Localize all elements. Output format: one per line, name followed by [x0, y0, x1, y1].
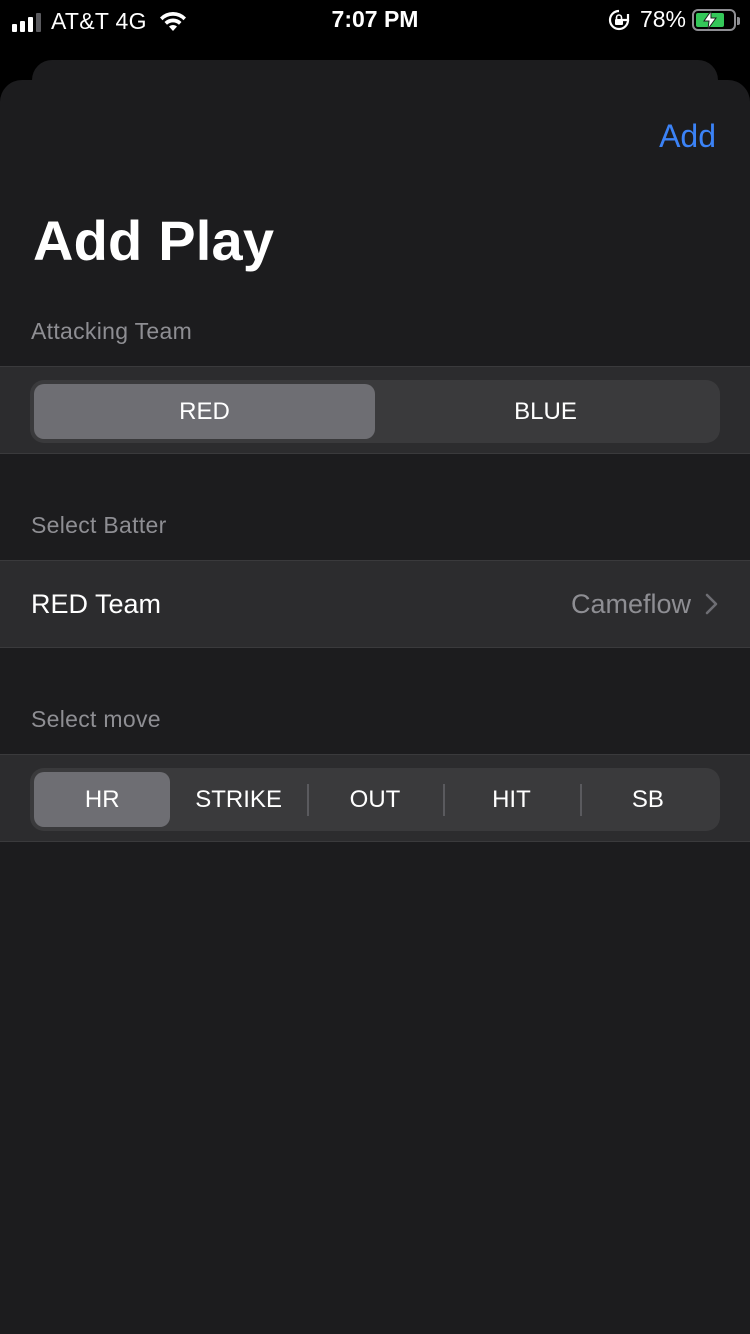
segment-red[interactable]: RED [34, 384, 375, 439]
batter-row-value: Cameflow [570, 588, 691, 619]
battery-percent: 78% [639, 6, 686, 32]
select-move-header: Select move [31, 706, 161, 732]
segment-out[interactable]: OUT [306, 772, 443, 827]
attacking-team-segmented-control: RED BLUE [30, 380, 720, 443]
charging-bolt-icon [703, 10, 718, 29]
segment-strike[interactable]: STRIKE [170, 772, 306, 827]
battery-tip [737, 16, 740, 25]
move-row: HR STRIKE OUT HIT SB [0, 754, 750, 842]
batter-row-label: RED Team [31, 588, 162, 619]
page-title: Add Play [33, 209, 275, 272]
status-right: 78% [608, 6, 740, 33]
segment-blue[interactable]: BLUE [375, 384, 716, 439]
batter-row[interactable]: RED Team Cameflow [0, 560, 750, 648]
chevron-right-icon [705, 593, 718, 615]
battery-level [696, 10, 725, 29]
add-button[interactable]: Add [659, 118, 716, 155]
segment-sb[interactable]: SB [579, 772, 716, 827]
move-segmented-control: HR STRIKE OUT HIT SB [30, 768, 720, 831]
segment-hr[interactable]: HR [34, 772, 171, 827]
select-batter-header: Select Batter [31, 512, 167, 538]
segment-hit[interactable]: HIT [443, 772, 579, 827]
attacking-team-header: Attacking Team [31, 318, 193, 344]
status-bar: AT&T 4G 7:07 PM 78% [0, 0, 750, 40]
screen: AT&T 4G 7:07 PM 78% Add Add Play Attacki… [0, 0, 750, 1334]
attacking-team-row: RED BLUE [0, 366, 750, 454]
battery-icon [692, 8, 740, 31]
add-play-sheet: Add Add Play Attacking Team RED BLUE Sel… [0, 80, 750, 1334]
orientation-lock-icon [608, 9, 630, 30]
